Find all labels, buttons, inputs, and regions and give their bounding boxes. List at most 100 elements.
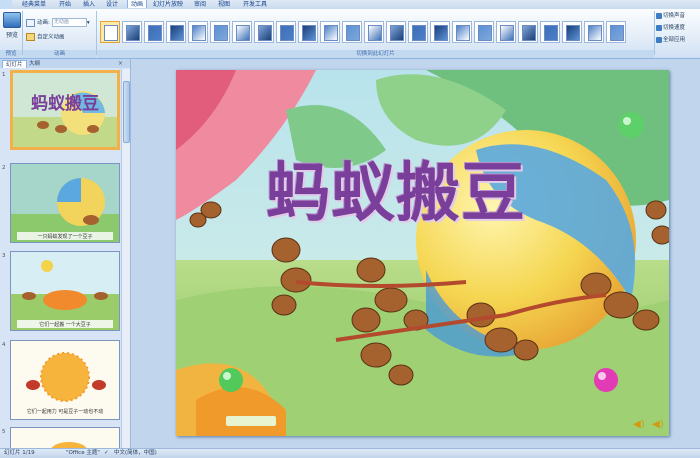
current-slide[interactable]: 蚂蚁搬豆 ◀) ◀)	[176, 70, 669, 436]
transition-icon	[346, 25, 360, 41]
transition-option[interactable]	[408, 21, 428, 43]
transition-icon	[324, 25, 338, 41]
slides-panel-tabs: 幻灯片 大纲 ×	[0, 59, 130, 68]
tab-slideshow[interactable]: 幻灯片放映	[151, 0, 185, 9]
animation-group-label: 动画	[23, 50, 96, 58]
tab-view[interactable]: 视图	[214, 0, 234, 9]
tab-classic-menu[interactable]: 经典菜单	[16, 0, 52, 9]
transition-group-label: 切换到此幻灯片	[97, 50, 654, 58]
tab-slides[interactable]: 幻灯片	[2, 60, 27, 68]
transition-sound-label: 切换声音	[663, 13, 686, 19]
transition-icon	[214, 25, 228, 41]
transition-option[interactable]	[584, 21, 604, 43]
tab-animation[interactable]: 动画	[127, 0, 147, 8]
office-button[interactable]	[0, 0, 12, 9]
tab-home[interactable]: 开始	[56, 0, 74, 9]
slide-thumbnail-5[interactable]	[10, 427, 120, 448]
transition-icon	[610, 25, 624, 41]
transition-option[interactable]	[342, 21, 362, 43]
apply-all-icon	[656, 36, 662, 43]
apply-all-label: 全部应用	[663, 37, 686, 43]
transition-option[interactable]	[606, 21, 626, 43]
group-divider	[654, 11, 655, 55]
preview-group-label: 预览	[0, 50, 22, 58]
transition-option[interactable]	[452, 21, 472, 43]
custom-animation-button[interactable]: 自定义动画	[26, 33, 65, 42]
tab-outline[interactable]: 大纲	[26, 60, 43, 68]
slide-4-preview: 它们一起用力 可是豆子一动也不动	[11, 341, 119, 419]
transition-option[interactable]	[254, 21, 274, 43]
preview-icon	[3, 12, 21, 28]
slide-number: 3	[2, 253, 6, 259]
transition-icon	[544, 25, 558, 41]
transition-icon	[148, 25, 162, 41]
slide-thumbnail-4[interactable]: 它们一起用力 可是豆子一动也不动	[10, 340, 120, 420]
transition-option[interactable]	[496, 21, 516, 43]
tab-developer[interactable]: 开发工具	[240, 0, 270, 9]
transition-option[interactable]	[540, 21, 560, 43]
slide-1-preview-title: 蚂蚁搬豆	[31, 93, 99, 114]
slide-canvas: 蚂蚁搬豆 ◀) ◀)	[131, 59, 700, 448]
slides-panel: 幻灯片 大纲 × 1 蚂蚁搬豆 2 一只蚂蚁发现了一个豆子 3 它们一起搬 一个…	[0, 59, 131, 448]
transition-option[interactable]	[298, 21, 318, 43]
preview-button-label: 预览	[5, 32, 18, 39]
tab-review[interactable]: 审阅	[190, 0, 210, 9]
slide-2-caption: 一只蚂蚁发现了一个豆子	[37, 233, 92, 240]
group-divider	[22, 11, 23, 55]
tab-design[interactable]: 设计	[103, 0, 121, 9]
transition-icon	[412, 25, 426, 41]
transition-icon	[170, 25, 184, 41]
ribbon: 预览 预览 动画: 无动画 ▾ 自定义动画 动画 切换到此幻灯片 切换声音 切换速度…	[0, 9, 700, 59]
animate-select[interactable]: 无动画	[51, 18, 87, 27]
custom-animation-label: 自定义动画	[37, 34, 65, 41]
slide-4-caption: 它们一起用力 可是豆子一动也不动	[27, 408, 104, 415]
transition-option[interactable]	[188, 21, 208, 43]
slide-number: 1	[2, 72, 6, 78]
transition-icon	[104, 25, 118, 41]
group-divider	[96, 11, 97, 55]
transition-icon	[390, 25, 404, 41]
transition-option[interactable]	[276, 21, 296, 43]
transition-icon	[126, 25, 140, 41]
transition-option[interactable]	[166, 21, 186, 43]
transition-option[interactable]	[364, 21, 384, 43]
animate-icon	[26, 18, 35, 27]
transition-option[interactable]	[210, 21, 230, 43]
transition-option[interactable]	[386, 21, 406, 43]
transition-speed-option[interactable]: 切换速度	[656, 23, 685, 33]
slide-thumbnail-3[interactable]: 它们一起搬 一个大豆子	[10, 251, 120, 331]
close-icon[interactable]: ×	[118, 60, 123, 67]
transition-icon	[478, 25, 492, 41]
transition-sound-option[interactable]: 切换声音	[656, 11, 685, 21]
transition-option[interactable]	[474, 21, 494, 43]
slide-thumbnail-2[interactable]: 一只蚂蚁发现了一个豆子	[10, 163, 120, 243]
chevron-down-icon: ▾	[86, 20, 90, 26]
slide-thumbnail-1[interactable]: 蚂蚁搬豆	[10, 70, 120, 150]
transition-icon	[302, 25, 316, 41]
transition-icon	[434, 25, 448, 41]
transition-option[interactable]	[122, 21, 142, 43]
slide-2-preview: 一只蚂蚁发现了一个豆子	[11, 164, 119, 242]
transition-option[interactable]	[232, 21, 252, 43]
transition-icon	[236, 25, 250, 41]
transition-icon	[368, 25, 382, 41]
transition-option[interactable]	[430, 21, 450, 43]
slide-3-caption: 它们一起搬 一个大豆子	[39, 321, 91, 328]
transition-option[interactable]	[320, 21, 340, 43]
slides-scrollbar[interactable]	[121, 69, 130, 448]
transition-option[interactable]	[518, 21, 538, 43]
apply-all-button[interactable]: 全部应用	[656, 35, 685, 45]
tab-insert[interactable]: 插入	[80, 0, 98, 9]
slide-number: 2	[2, 165, 6, 171]
transition-icon	[280, 25, 294, 41]
transition-option[interactable]	[144, 21, 164, 43]
scrollbar-thumb[interactable]	[123, 81, 130, 143]
speaker-icon[interactable]: ◀)	[652, 419, 664, 430]
slide-number: 4	[2, 342, 6, 348]
speaker-icon[interactable]: ◀)	[633, 419, 645, 430]
transition-option[interactable]	[562, 21, 582, 43]
slide-title[interactable]: 蚂蚁搬豆	[266, 142, 526, 234]
transition-option[interactable]	[100, 21, 120, 43]
transition-icon	[456, 25, 470, 41]
preview-button[interactable]: 预览	[3, 12, 21, 44]
